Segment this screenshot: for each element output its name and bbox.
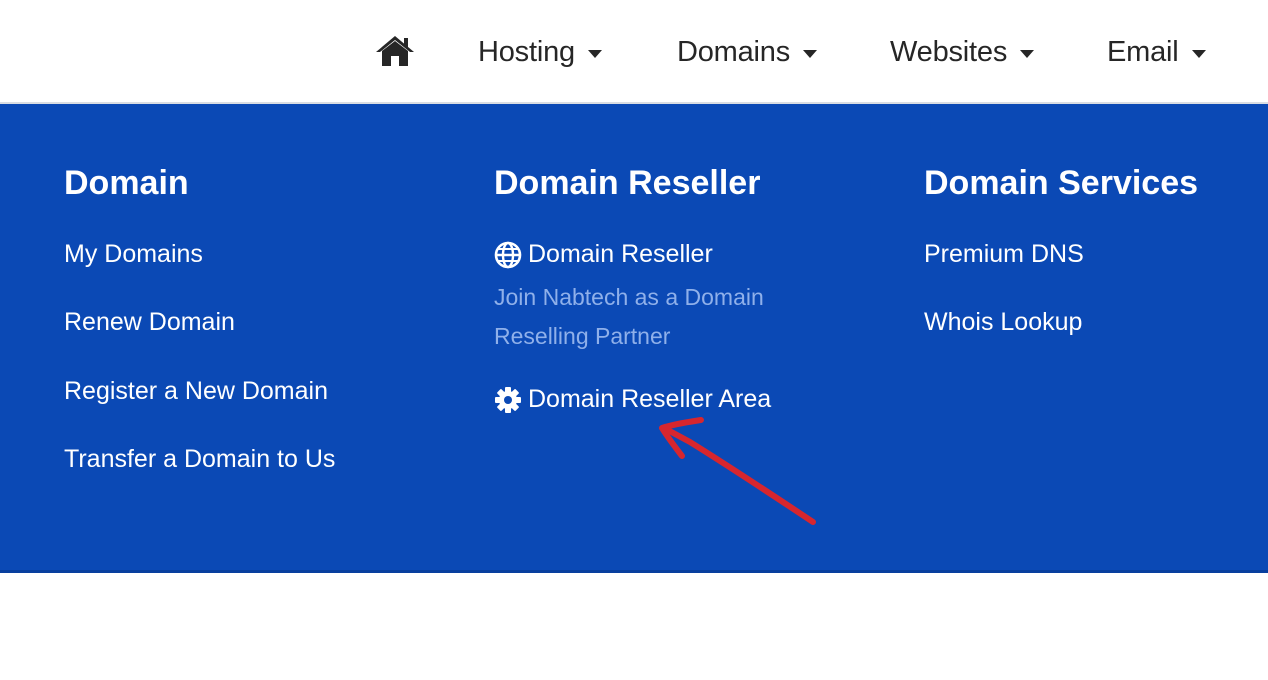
nav-domains-label: Domains <box>677 35 791 68</box>
link-premium-dns[interactable]: Premium DNS <box>924 240 1084 269</box>
nav-websites-label: Websites <box>890 35 1008 68</box>
link-transfer-domain[interactable]: Transfer a Domain to Us <box>64 445 335 474</box>
nav-email[interactable]: Email <box>1107 32 1206 72</box>
link-renew-domain[interactable]: Renew Domain <box>64 308 235 337</box>
link-whois-lookup[interactable]: Whois Lookup <box>924 308 1082 337</box>
column-title: Domain <box>64 164 189 202</box>
link-label: Domain Reseller Area <box>528 385 772 413</box>
globe-icon <box>494 241 522 268</box>
nav-hosting-label: Hosting <box>478 35 575 68</box>
link-register-domain[interactable]: Register a New Domain <box>64 377 328 406</box>
link-domain-reseller[interactable]: Domain Reseller <box>494 240 713 269</box>
nav-email-label: Email <box>1107 35 1179 68</box>
gear-icon <box>495 386 521 413</box>
top-navbar: Hosting Domains Websites Email <box>0 0 1268 104</box>
domains-mega-menu: Domain My Domains Renew Domain Register … <box>0 104 1268 573</box>
nav-hosting[interactable]: Hosting <box>478 32 602 72</box>
link-my-domains[interactable]: My Domains <box>64 240 203 269</box>
link-domain-reseller-area[interactable]: Domain Reseller Area <box>494 385 771 414</box>
caret-down-icon <box>803 49 818 58</box>
link-label: Domain Reseller <box>528 240 713 268</box>
column-title: Domain Reseller <box>494 164 761 202</box>
nav-websites[interactable]: Websites <box>890 32 1035 72</box>
home-icon[interactable] <box>375 34 415 68</box>
column-title: Domain Services <box>924 164 1199 202</box>
nav-domains[interactable]: Domains <box>677 32 818 72</box>
reseller-description: Join Nabtech as a Domain Reselling Partn… <box>494 284 764 349</box>
caret-down-icon <box>1191 49 1206 58</box>
caret-down-icon <box>1020 49 1035 58</box>
caret-down-icon <box>587 49 602 58</box>
